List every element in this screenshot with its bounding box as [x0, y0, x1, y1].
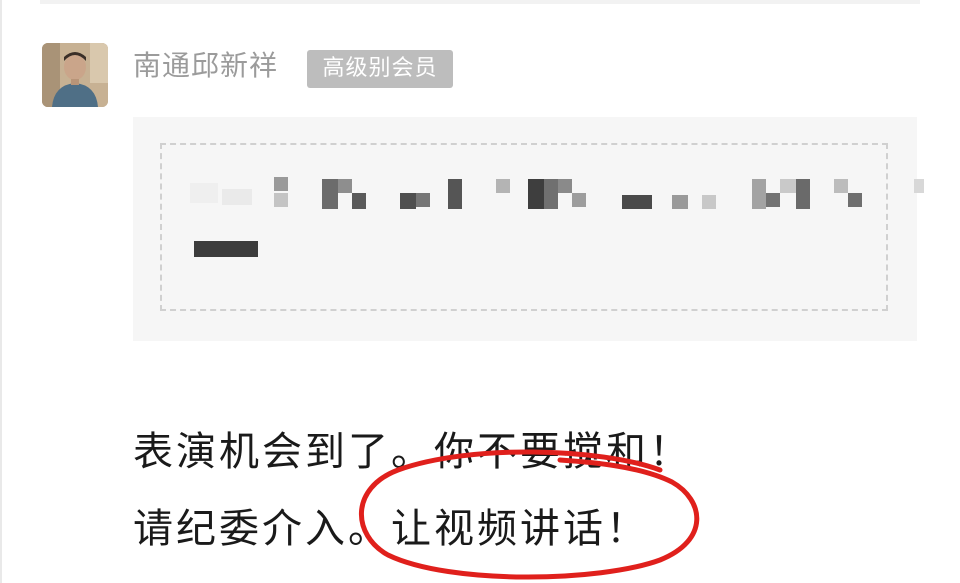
- left-edge-divider: [0, 0, 2, 583]
- user-photo-avatar-icon: [42, 43, 108, 107]
- quoted-content-blurred: [160, 143, 924, 311]
- comment-text-line-1: 表演机会到了。你不要搅和！: [133, 429, 692, 475]
- author-name[interactable]: 南通邱新祥: [133, 46, 278, 86]
- top-divider: [40, 0, 920, 4]
- quoted-content-card[interactable]: [133, 117, 924, 341]
- avatar[interactable]: [42, 43, 108, 107]
- comment-text-line-2: 请纪委介入。让视频讲话！: [133, 506, 649, 552]
- member-level-badge: 高级别会员: [307, 50, 453, 88]
